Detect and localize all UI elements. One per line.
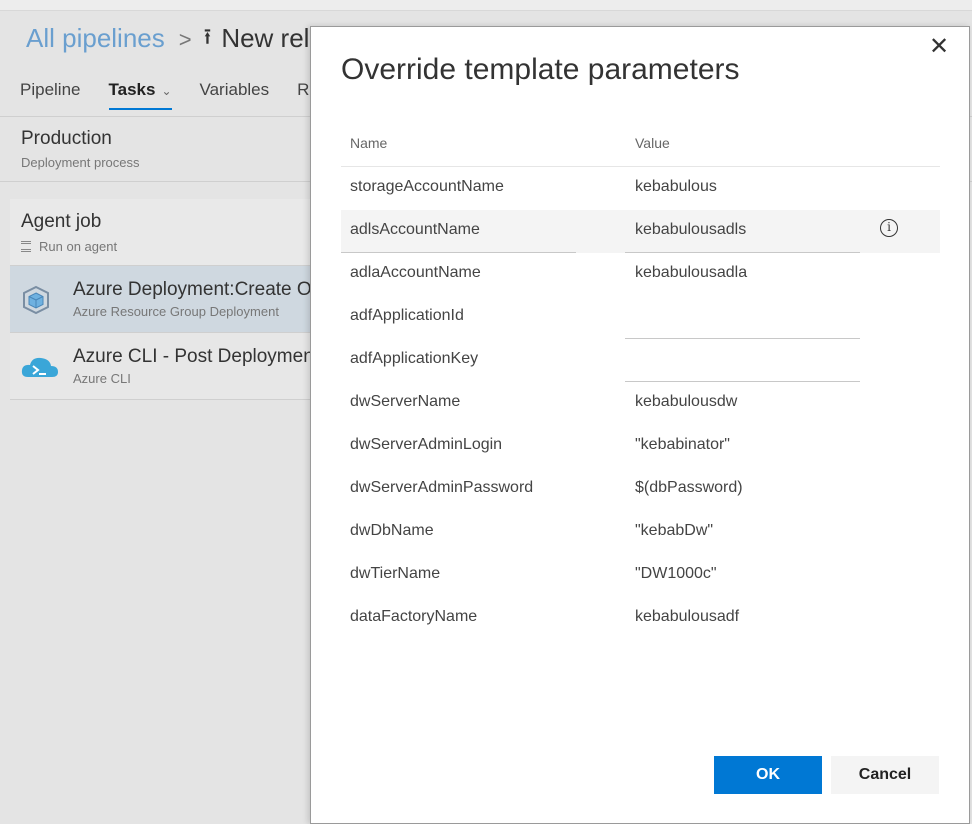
table-row: adlaAccountName kebabulousadla [341, 253, 940, 296]
stage-subtitle: Deployment process [21, 155, 140, 170]
all-pipelines-link[interactable]: All pipelines [26, 23, 165, 54]
task-title: Azure Deployment:Create O [73, 279, 312, 300]
editor-tabs: Pipeline Tasks ⌄ Variables R [20, 80, 337, 110]
table-row: dwServerAdminPassword $(dbPassword) [341, 468, 940, 511]
param-name: dwServerAdminLogin [350, 436, 503, 453]
dialog-title: Override template parameters [341, 53, 740, 86]
param-name: storageAccountName [350, 178, 504, 195]
tab-retention-label: R [297, 80, 310, 99]
breadcrumb: All pipelines > ⭱ New rel [26, 18, 309, 58]
tab-tasks-label: Tasks [108, 80, 156, 99]
table-row: adfApplicationId [341, 296, 940, 339]
param-value-field[interactable] [625, 339, 860, 382]
param-name: adlaAccountName [350, 264, 481, 281]
column-header-value: Value [635, 135, 670, 151]
table-row: storageAccountName kebabulous [341, 167, 940, 210]
server-icon [21, 241, 31, 252]
pipeline-name[interactable]: New rel [221, 23, 309, 54]
table-row: dataFactoryName kebabulousadf [341, 597, 940, 640]
task-list: Agent job Run on agent Azure Deployment:… [10, 199, 330, 400]
table-row: adlsAccountName kebabulousadls i [341, 210, 940, 253]
param-value-field[interactable]: kebabulousadla [625, 253, 860, 296]
tab-variables-label: Variables [199, 80, 270, 99]
azure-resource-group-icon [23, 285, 49, 315]
chevron-down-icon: ⌄ [161, 84, 172, 98]
table-row: dwServerAdminLogin "kebabinator" [341, 425, 940, 468]
task-item[interactable]: Azure Deployment:Create O Azure Resource… [10, 266, 330, 333]
agent-job-title: Agent job [21, 211, 102, 232]
param-name: dwDbName [350, 522, 434, 539]
param-name: dwServerAdminPassword [350, 479, 534, 496]
param-value-field[interactable]: kebabulous [625, 167, 860, 210]
tab-retention[interactable]: R [297, 80, 309, 110]
override-template-parameters-dialog: ✕ Override template parameters Name Valu… [310, 26, 970, 824]
cancel-button[interactable]: Cancel [831, 756, 939, 794]
stage-header[interactable]: Production Deployment process [21, 128, 140, 170]
parameters-table: Name Value storageAccountName kebabulous… [341, 125, 940, 640]
top-strip [0, 0, 972, 11]
agent-job-subtitle: Run on agent [21, 239, 117, 254]
task-subtitle: Azure CLI [73, 371, 131, 386]
ok-button[interactable]: OK [714, 756, 822, 794]
table-row: dwTierName "DW1000c" [341, 554, 940, 597]
param-value-field[interactable]: "kebabinator" [625, 425, 860, 468]
param-value-field[interactable]: kebabulousadls [625, 210, 860, 253]
table-header: Name Value [341, 125, 940, 167]
stage-title: Production [21, 128, 112, 149]
param-value-field[interactable]: "DW1000c" [625, 554, 860, 597]
tab-pipeline[interactable]: Pipeline [20, 80, 81, 110]
param-value-field[interactable]: $(dbPassword) [625, 468, 860, 511]
param-name: adfApplicationId [350, 307, 464, 324]
task-title: Azure CLI - Post Deploymen [73, 346, 314, 367]
task-subtitle: Azure Resource Group Deployment [73, 304, 279, 319]
azure-cli-icon [21, 357, 58, 377]
param-value-field[interactable]: kebabulousdw [625, 382, 860, 425]
param-value-field[interactable]: "kebabDw" [625, 511, 860, 554]
column-header-name: Name [350, 135, 388, 151]
table-row: adfApplicationKey [341, 339, 940, 382]
param-name: dwTierName [350, 565, 441, 582]
param-name: adfApplicationKey [350, 350, 479, 367]
param-name: adlsAccountName [350, 221, 480, 238]
info-icon[interactable]: i [880, 219, 898, 237]
table-row: dwServerName kebabulousdw [341, 382, 940, 425]
param-name: dataFactoryName [350, 608, 478, 625]
param-name: dwServerName [350, 393, 461, 410]
tab-variables[interactable]: Variables [200, 80, 270, 110]
table-row: dwDbName "kebabDw" [341, 511, 940, 554]
tab-tasks[interactable]: Tasks ⌄ [108, 80, 172, 110]
tab-pipeline-label: Pipeline [20, 80, 81, 99]
close-icon[interactable]: ✕ [927, 35, 951, 59]
agent-job[interactable]: Agent job Run on agent [10, 199, 330, 266]
breadcrumb-separator: > [178, 27, 192, 52]
task-item[interactable]: Azure CLI - Post Deploymen Azure CLI [10, 333, 330, 400]
release-pipeline-icon: ⭱ [203, 24, 212, 49]
param-value-field[interactable]: kebabulousadf [625, 597, 860, 640]
agent-job-subtitle-text: Run on agent [39, 239, 118, 254]
param-value-field[interactable] [625, 296, 860, 339]
